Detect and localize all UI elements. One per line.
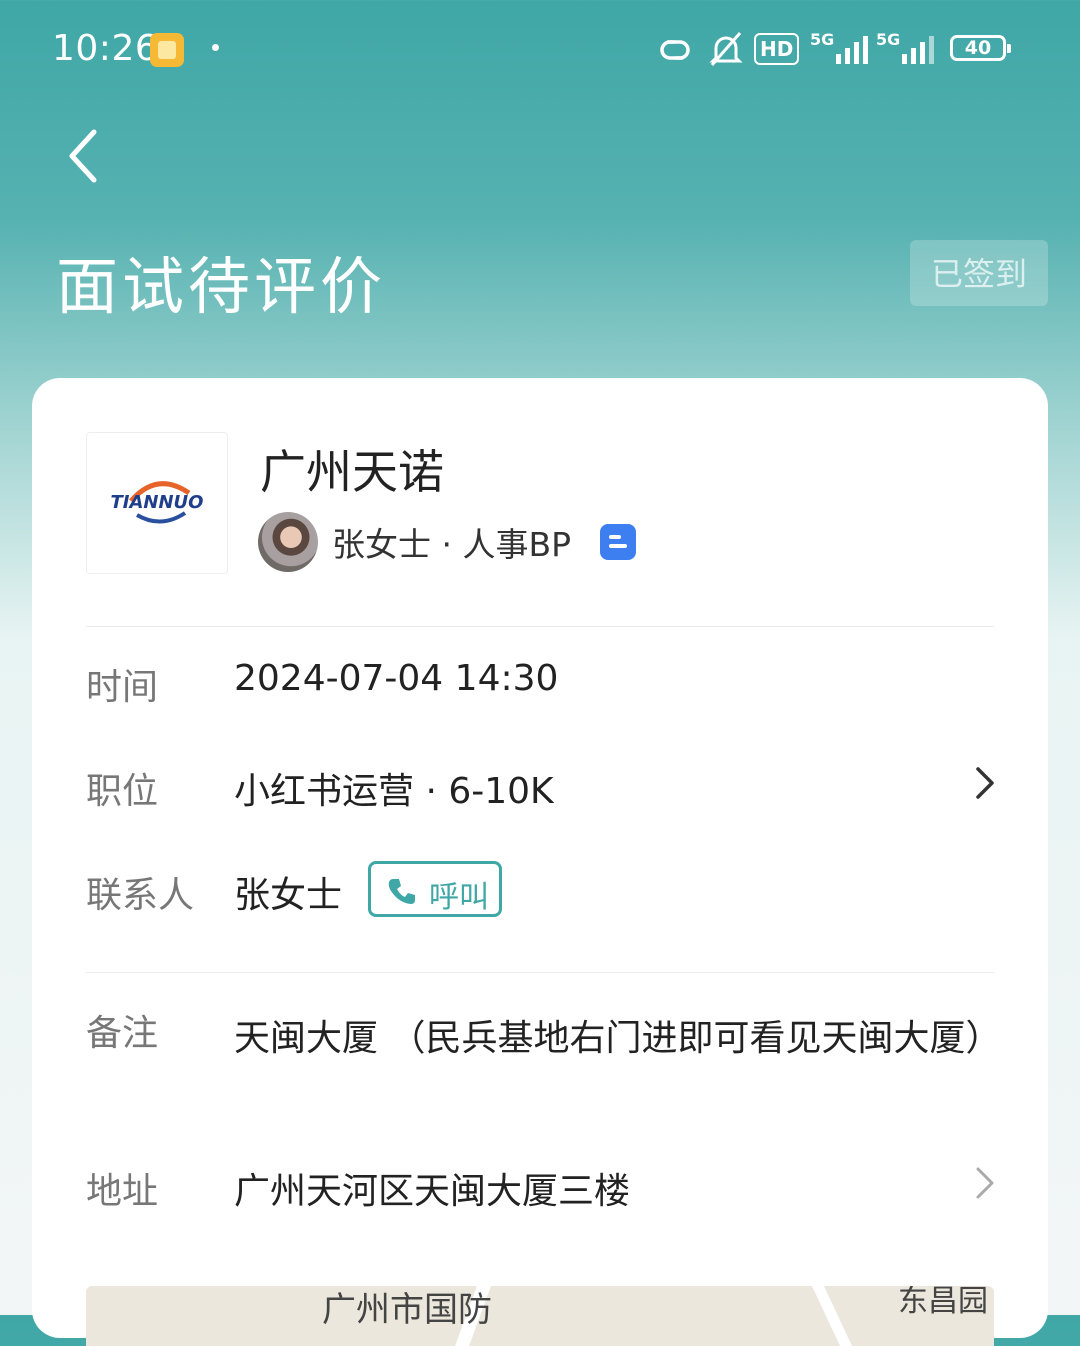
chat-icon[interactable] bbox=[600, 524, 636, 560]
address-value: 广州天河区天闽大厦三楼 bbox=[234, 1171, 631, 1212]
svg-text:TIANNUO: TIANNUO bbox=[111, 492, 204, 513]
network-5g-label-2: 5G bbox=[876, 30, 901, 49]
phone-icon bbox=[388, 879, 415, 904]
time-value: 2024-07-04 14:30 bbox=[234, 658, 559, 699]
recruiter-name-role: 张女士 · 人事BP bbox=[332, 525, 572, 564]
position-value: 小红书运营 · 6-10K bbox=[234, 771, 554, 812]
battery-icon: 40 bbox=[950, 35, 1011, 61]
interview-card: TIANNUO 广州天诺 张女士 · 人事BP 时间 2024-07-04 14… bbox=[32, 378, 1048, 1346]
page-title: 面试待评价 bbox=[56, 250, 387, 323]
contact-value: 张女士 bbox=[234, 875, 343, 916]
signal-icon-1 bbox=[836, 36, 868, 64]
signal-icon-2 bbox=[902, 36, 934, 64]
time-label: 时间 bbox=[86, 667, 159, 708]
map-road bbox=[812, 1286, 852, 1346]
link-icon bbox=[660, 40, 690, 60]
address-label: 地址 bbox=[86, 1171, 159, 1212]
network-5g-label-1: 5G bbox=[810, 30, 835, 49]
back-arrow-icon[interactable] bbox=[64, 126, 112, 186]
contact-label: 联系人 bbox=[86, 875, 195, 916]
divider bbox=[86, 972, 994, 973]
recruiter-avatar[interactable] bbox=[258, 512, 318, 572]
notes-app-icon bbox=[150, 33, 184, 67]
remark-label: 备注 bbox=[86, 1013, 159, 1054]
hd-badge: HD bbox=[754, 33, 800, 65]
map-preview[interactable]: 广州市国防 东昌园 bbox=[86, 1286, 994, 1346]
call-button[interactable]: 呼叫 bbox=[368, 861, 502, 917]
call-label: 呼叫 bbox=[429, 881, 489, 914]
signed-in-button[interactable]: 已签到 bbox=[910, 240, 1048, 306]
company-name: 广州天诺 bbox=[260, 445, 444, 499]
divider bbox=[86, 626, 994, 627]
status-time: 10:26 bbox=[52, 28, 159, 69]
notification-dot-icon bbox=[212, 44, 219, 51]
status-bar: 10:26 HD 5G 5G 40 bbox=[0, 0, 1080, 100]
map-label: 广州市国防 bbox=[322, 1290, 492, 1330]
chevron-right-icon bbox=[976, 767, 994, 799]
company-logo-image: TIANNUO bbox=[111, 481, 204, 524]
company-logo[interactable]: TIANNUO bbox=[86, 432, 228, 574]
chevron-right-icon bbox=[976, 1167, 994, 1199]
remark-value: 天闽大厦 （民兵基地右门进即可看见天闽大厦） bbox=[234, 1018, 1002, 1059]
mute-bell-icon bbox=[709, 32, 743, 66]
position-label: 职位 bbox=[86, 771, 159, 812]
